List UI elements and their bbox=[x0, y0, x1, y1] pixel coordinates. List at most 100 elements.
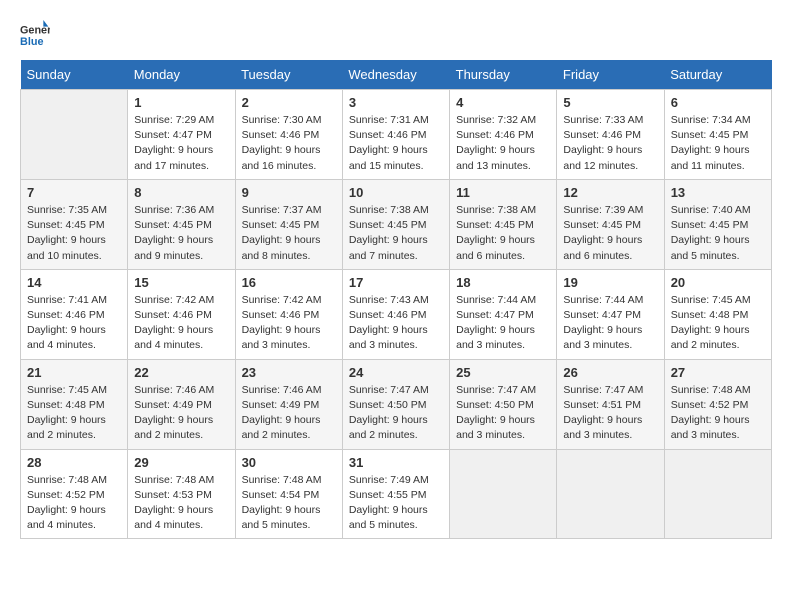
col-header-thursday: Thursday bbox=[450, 60, 557, 90]
day-info: Sunrise: 7:38 AMSunset: 4:45 PMDaylight:… bbox=[349, 203, 443, 264]
day-number: 21 bbox=[27, 365, 121, 380]
day-number: 10 bbox=[349, 185, 443, 200]
day-number: 24 bbox=[349, 365, 443, 380]
calendar-cell: 12 Sunrise: 7:39 AMSunset: 4:45 PMDayligh… bbox=[557, 179, 664, 269]
page-header: General Blue bbox=[20, 20, 772, 50]
calendar-cell: 18 Sunrise: 7:44 AMSunset: 4:47 PMDayligh… bbox=[450, 269, 557, 359]
day-number: 30 bbox=[242, 455, 336, 470]
day-info: Sunrise: 7:46 AMSunset: 4:49 PMDaylight:… bbox=[242, 383, 336, 444]
day-number: 20 bbox=[671, 275, 765, 290]
col-header-friday: Friday bbox=[557, 60, 664, 90]
calendar-cell: 28Sunrise: 7:48 AMSunset: 4:52 PMDayligh… bbox=[21, 449, 128, 539]
day-number: 5 bbox=[563, 95, 657, 110]
calendar-cell: 22 Sunrise: 7:46 AMSunset: 4:49 PMDayligh… bbox=[128, 359, 235, 449]
day-info: Sunrise: 7:45 AMSunset: 4:48 PMDaylight:… bbox=[671, 293, 765, 354]
day-number: 31 bbox=[349, 455, 443, 470]
day-number: 8 bbox=[134, 185, 228, 200]
day-number: 12 bbox=[563, 185, 657, 200]
day-number: 2 bbox=[242, 95, 336, 110]
day-info: Sunrise: 7:42 AMSunset: 4:46 PMDaylight:… bbox=[134, 293, 228, 354]
logo: General Blue bbox=[20, 20, 50, 50]
day-number: 23 bbox=[242, 365, 336, 380]
day-info: Sunrise: 7:48 AMSunset: 4:52 PMDaylight:… bbox=[27, 473, 121, 534]
day-info: Sunrise: 7:30 AMSunset: 4:46 PMDaylight:… bbox=[242, 113, 336, 174]
day-number: 1 bbox=[134, 95, 228, 110]
col-header-tuesday: Tuesday bbox=[235, 60, 342, 90]
day-info: Sunrise: 7:42 AMSunset: 4:46 PMDaylight:… bbox=[242, 293, 336, 354]
calendar-cell: 24 Sunrise: 7:47 AMSunset: 4:50 PMDayligh… bbox=[342, 359, 449, 449]
calendar-cell: 26 Sunrise: 7:47 AMSunset: 4:51 PMDayligh… bbox=[557, 359, 664, 449]
day-number: 13 bbox=[671, 185, 765, 200]
calendar-cell: 7 Sunrise: 7:35 AMSunset: 4:45 PMDaylight… bbox=[21, 179, 128, 269]
calendar-cell: 27 Sunrise: 7:48 AMSunset: 4:52 PMDayligh… bbox=[664, 359, 771, 449]
calendar-cell: 16 Sunrise: 7:42 AMSunset: 4:46 PMDayligh… bbox=[235, 269, 342, 359]
calendar-cell bbox=[21, 90, 128, 180]
day-info: Sunrise: 7:40 AMSunset: 4:45 PMDaylight:… bbox=[671, 203, 765, 264]
day-info: Sunrise: 7:33 AMSunset: 4:46 PMDaylight:… bbox=[563, 113, 657, 174]
calendar-cell bbox=[664, 449, 771, 539]
day-number: 29 bbox=[134, 455, 228, 470]
col-header-sunday: Sunday bbox=[21, 60, 128, 90]
calendar-cell: 10 Sunrise: 7:38 AMSunset: 4:45 PMDayligh… bbox=[342, 179, 449, 269]
day-number: 9 bbox=[242, 185, 336, 200]
col-header-saturday: Saturday bbox=[664, 60, 771, 90]
calendar-cell: 15 Sunrise: 7:42 AMSunset: 4:46 PMDayligh… bbox=[128, 269, 235, 359]
day-info: Sunrise: 7:38 AMSunset: 4:45 PMDaylight:… bbox=[456, 203, 550, 264]
day-info: Sunrise: 7:47 AMSunset: 4:50 PMDaylight:… bbox=[456, 383, 550, 444]
calendar-cell: 17Sunrise: 7:43 AMSunset: 4:46 PMDayligh… bbox=[342, 269, 449, 359]
day-number: 27 bbox=[671, 365, 765, 380]
day-number: 14 bbox=[27, 275, 121, 290]
logo-icon: General Blue bbox=[20, 20, 50, 50]
col-header-monday: Monday bbox=[128, 60, 235, 90]
day-info: Sunrise: 7:48 AMSunset: 4:54 PMDaylight:… bbox=[242, 473, 336, 534]
calendar-cell: 1 Sunrise: 7:29 AMSunset: 4:47 PMDaylight… bbox=[128, 90, 235, 180]
day-info: Sunrise: 7:46 AMSunset: 4:49 PMDaylight:… bbox=[134, 383, 228, 444]
calendar-cell bbox=[557, 449, 664, 539]
day-number: 25 bbox=[456, 365, 550, 380]
day-number: 3 bbox=[349, 95, 443, 110]
day-number: 6 bbox=[671, 95, 765, 110]
day-info: Sunrise: 7:39 AMSunset: 4:45 PMDaylight:… bbox=[563, 203, 657, 264]
day-number: 22 bbox=[134, 365, 228, 380]
calendar-cell bbox=[450, 449, 557, 539]
day-number: 11 bbox=[456, 185, 550, 200]
day-info: Sunrise: 7:41 AMSunset: 4:46 PMDaylight:… bbox=[27, 293, 121, 354]
day-info: Sunrise: 7:48 AMSunset: 4:52 PMDaylight:… bbox=[671, 383, 765, 444]
day-info: Sunrise: 7:44 AMSunset: 4:47 PMDaylight:… bbox=[563, 293, 657, 354]
day-number: 18 bbox=[456, 275, 550, 290]
day-info: Sunrise: 7:29 AMSunset: 4:47 PMDaylight:… bbox=[134, 113, 228, 174]
calendar-cell: 30 Sunrise: 7:48 AMSunset: 4:54 PMDayligh… bbox=[235, 449, 342, 539]
day-info: Sunrise: 7:45 AMSunset: 4:48 PMDaylight:… bbox=[27, 383, 121, 444]
calendar-cell: 29 Sunrise: 7:48 AMSunset: 4:53 PMDayligh… bbox=[128, 449, 235, 539]
day-info: Sunrise: 7:49 AMSunset: 4:55 PMDaylight:… bbox=[349, 473, 443, 534]
day-number: 26 bbox=[563, 365, 657, 380]
calendar-cell: 31 Sunrise: 7:49 AMSunset: 4:55 PMDayligh… bbox=[342, 449, 449, 539]
day-info: Sunrise: 7:47 AMSunset: 4:51 PMDaylight:… bbox=[563, 383, 657, 444]
calendar-cell: 19 Sunrise: 7:44 AMSunset: 4:47 PMDayligh… bbox=[557, 269, 664, 359]
day-number: 15 bbox=[134, 275, 228, 290]
day-number: 16 bbox=[242, 275, 336, 290]
day-number: 4 bbox=[456, 95, 550, 110]
day-info: Sunrise: 7:44 AMSunset: 4:47 PMDaylight:… bbox=[456, 293, 550, 354]
day-info: Sunrise: 7:35 AMSunset: 4:45 PMDaylight:… bbox=[27, 203, 121, 264]
svg-text:Blue: Blue bbox=[20, 36, 43, 48]
calendar-cell: 8Sunrise: 7:36 AMSunset: 4:45 PMDaylight… bbox=[128, 179, 235, 269]
calendar-cell: 20 Sunrise: 7:45 AMSunset: 4:48 PMDayligh… bbox=[664, 269, 771, 359]
calendar-cell: 13 Sunrise: 7:40 AMSunset: 4:45 PMDayligh… bbox=[664, 179, 771, 269]
calendar-cell: 14 Sunrise: 7:41 AMSunset: 4:46 PMDayligh… bbox=[21, 269, 128, 359]
calendar-cell: 11 Sunrise: 7:38 AMSunset: 4:45 PMDayligh… bbox=[450, 179, 557, 269]
calendar-cell: 6Sunrise: 7:34 AMSunset: 4:45 PMDaylight… bbox=[664, 90, 771, 180]
calendar-table: SundayMondayTuesdayWednesdayThursdayFrid… bbox=[20, 60, 772, 539]
calendar-cell: 2 Sunrise: 7:30 AMSunset: 4:46 PMDaylight… bbox=[235, 90, 342, 180]
day-info: Sunrise: 7:48 AMSunset: 4:53 PMDaylight:… bbox=[134, 473, 228, 534]
calendar-cell: 25 Sunrise: 7:47 AMSunset: 4:50 PMDayligh… bbox=[450, 359, 557, 449]
day-number: 19 bbox=[563, 275, 657, 290]
calendar-cell: 21 Sunrise: 7:45 AMSunset: 4:48 PMDayligh… bbox=[21, 359, 128, 449]
calendar-cell: 9Sunrise: 7:37 AMSunset: 4:45 PMDaylight… bbox=[235, 179, 342, 269]
calendar-cell: 5 Sunrise: 7:33 AMSunset: 4:46 PMDaylight… bbox=[557, 90, 664, 180]
day-info: Sunrise: 7:31 AMSunset: 4:46 PMDaylight:… bbox=[349, 113, 443, 174]
day-number: 7 bbox=[27, 185, 121, 200]
day-info: Sunrise: 7:47 AMSunset: 4:50 PMDaylight:… bbox=[349, 383, 443, 444]
day-info: Sunrise: 7:32 AMSunset: 4:46 PMDaylight:… bbox=[456, 113, 550, 174]
calendar-cell: 3 Sunrise: 7:31 AMSunset: 4:46 PMDaylight… bbox=[342, 90, 449, 180]
